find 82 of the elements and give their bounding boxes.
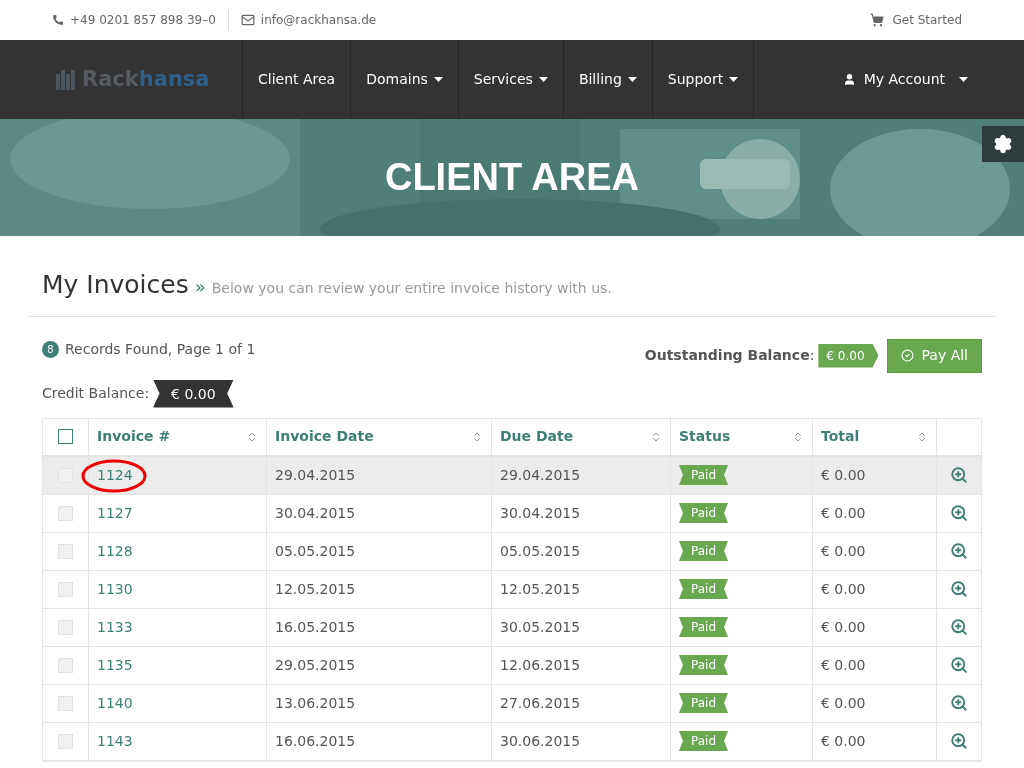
view-icon[interactable] [950, 732, 968, 750]
view-icon[interactable] [950, 656, 968, 674]
table-cell-text: 29.04.2015 [500, 465, 581, 485]
column-header[interactable]: Status [679, 426, 731, 447]
status-badge: Paid [679, 579, 728, 599]
check-circle-icon [900, 349, 914, 362]
table-cell-text: € 0.00 [821, 693, 866, 713]
credit-label: Credit Balance: [42, 384, 150, 403]
view-icon[interactable] [950, 618, 968, 636]
cart-icon [870, 13, 885, 27]
invoice-link[interactable]: 1128 [97, 540, 133, 562]
table-cell-text: 30.04.2015 [275, 503, 356, 523]
separator-icon: » [194, 273, 206, 300]
status-badge: Paid [679, 465, 728, 485]
page-title: My Invoices [42, 269, 189, 301]
sort-icon[interactable] [792, 430, 804, 443]
column-header[interactable]: Due Date [500, 426, 574, 447]
table-cell-text: 13.06.2015 [275, 693, 356, 713]
table-cell-text: 27.06.2015 [500, 693, 581, 713]
status-badge: Paid [679, 617, 728, 637]
table-cell-text: 16.06.2015 [275, 731, 356, 751]
table-cell-text: 05.05.2015 [500, 541, 581, 561]
outstanding-colon: : [809, 346, 815, 365]
table-cell-text: € 0.00 [821, 465, 866, 485]
sort-icon[interactable] [650, 430, 662, 443]
mail-icon [240, 13, 255, 27]
settings-button[interactable] [982, 126, 1024, 162]
table-cell-text: € 0.00 [821, 617, 866, 637]
invoice-link[interactable]: 1127 [97, 502, 133, 524]
table-cell-text: 29.04.2015 [275, 465, 356, 485]
page-subtitle: Below you can review your entire invoice history with us. [211, 279, 612, 298]
column-header[interactable]: Total [821, 426, 860, 447]
status-badge: Paid [679, 655, 728, 675]
view-icon[interactable] [950, 694, 968, 712]
table-cell-text: 30.04.2015 [500, 503, 581, 523]
table-cell-text: € 0.00 [821, 655, 866, 675]
table-cell-text: € 0.00 [821, 503, 866, 523]
outstanding-value: € 0.00 [818, 343, 879, 368]
table-cell-text: 30.05.2015 [500, 617, 581, 637]
status-badge: Paid [679, 731, 728, 751]
invoice-link[interactable]: 1140 [97, 692, 133, 714]
table-cell-text: 12.05.2015 [500, 579, 581, 599]
status-badge: Paid [679, 541, 728, 561]
user-icon [842, 73, 856, 86]
table-cell-text: 29.05.2015 [275, 655, 356, 675]
table-cell-text: 05.05.2015 [275, 541, 356, 561]
sort-icon[interactable] [916, 430, 928, 443]
invoice-link[interactable]: 1135 [97, 654, 133, 676]
settings-icon [993, 134, 1013, 154]
email-link[interactable]: info@rackhansa.de [260, 11, 377, 29]
invoice-link[interactable]: 1143 [97, 730, 133, 752]
table-cell-text: 16.05.2015 [275, 617, 356, 637]
table-cell-text: € 0.00 [821, 731, 866, 751]
column-header[interactable]: Invoice # [97, 426, 171, 447]
view-icon[interactable] [950, 466, 968, 484]
sort-icon[interactable] [246, 430, 258, 443]
records-info: Records Found, Page 1 of 1 [65, 339, 256, 359]
view-icon[interactable] [950, 504, 968, 522]
status-badge: Paid [679, 503, 728, 523]
view-icon[interactable] [950, 580, 968, 598]
table-cell-text: 12.05.2015 [275, 579, 356, 599]
column-header[interactable]: Invoice Date [275, 426, 374, 447]
phone-icon [52, 14, 64, 26]
invoice-link[interactable]: 1130 [97, 578, 133, 600]
get-started-link[interactable]: Get Started [892, 11, 962, 29]
table-cell-text: 30.06.2015 [500, 731, 581, 751]
pay-all-button[interactable]: Pay All [886, 338, 982, 373]
table-cell-text: 12.06.2015 [500, 655, 581, 675]
invoice-link[interactable]: 1133 [97, 616, 133, 638]
table-cell-text: € 0.00 [821, 541, 866, 561]
outstanding-label: Outstanding Balance [644, 346, 810, 365]
status-badge: Paid [679, 693, 728, 713]
table-cell-text: € 0.00 [821, 579, 866, 599]
credit-value: € 0.00 [153, 379, 234, 408]
logo-icon [56, 69, 78, 90]
records-count: 8 [42, 340, 59, 358]
account-menu[interactable]: My Account [842, 40, 968, 119]
view-icon[interactable] [950, 542, 968, 560]
sort-icon[interactable] [471, 430, 483, 443]
checkbox[interactable] [58, 429, 73, 444]
phone-number: +49 0201 857 898 39–0 [70, 12, 216, 29]
hero-title: CLIENT AREA [384, 155, 639, 200]
